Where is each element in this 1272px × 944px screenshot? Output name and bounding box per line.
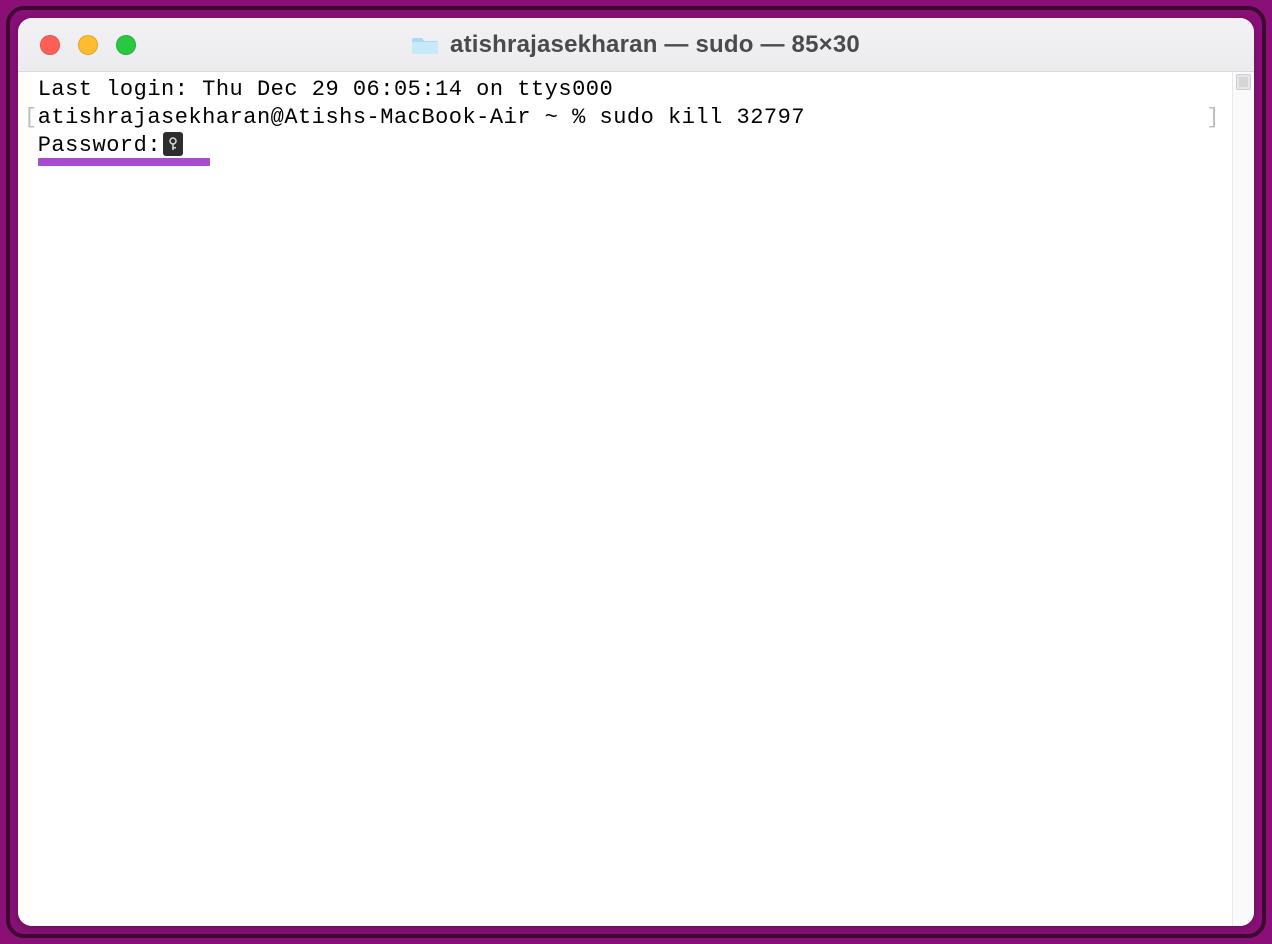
command-line: [atishrajasekharan@Atishs-MacBook-Air ~ … xyxy=(24,104,1226,132)
terminal-output[interactable]: Last login: Thu Dec 29 06:05:14 on ttys0… xyxy=(18,72,1232,926)
scrollbar[interactable] xyxy=(1232,72,1254,926)
highlight-underline xyxy=(38,158,210,166)
content-area: Last login: Thu Dec 29 06:05:14 on ttys0… xyxy=(18,72,1254,926)
last-login-line: Last login: Thu Dec 29 06:05:14 on ttys0… xyxy=(24,76,1226,104)
shell-prompt: atishrajasekharan@Atishs-MacBook-Air ~ % xyxy=(38,105,600,130)
last-login-text: Last login: Thu Dec 29 06:05:14 on ttys0… xyxy=(38,77,614,102)
password-line: Password: xyxy=(24,132,1226,160)
terminal-window: atishrajasekharan — sudo — 85×30 Last lo… xyxy=(18,18,1254,926)
password-label: Password: xyxy=(38,132,161,160)
title-wrap: atishrajasekharan — sudo — 85×30 xyxy=(18,31,1254,59)
traffic-lights xyxy=(18,35,136,55)
scrollbar-thumb[interactable] xyxy=(1236,74,1251,90)
maximize-button[interactable] xyxy=(116,35,136,55)
minimize-button[interactable] xyxy=(78,35,98,55)
titlebar: atishrajasekharan — sudo — 85×30 xyxy=(18,18,1254,72)
command-text: sudo kill 32797 xyxy=(600,105,806,130)
open-bracket: [ xyxy=(24,105,38,130)
close-button[interactable] xyxy=(40,35,60,55)
folder-icon xyxy=(412,35,438,55)
window-title: atishrajasekharan — sudo — 85×30 xyxy=(450,31,860,59)
key-icon xyxy=(163,132,183,156)
close-bracket: ] xyxy=(1206,104,1226,132)
